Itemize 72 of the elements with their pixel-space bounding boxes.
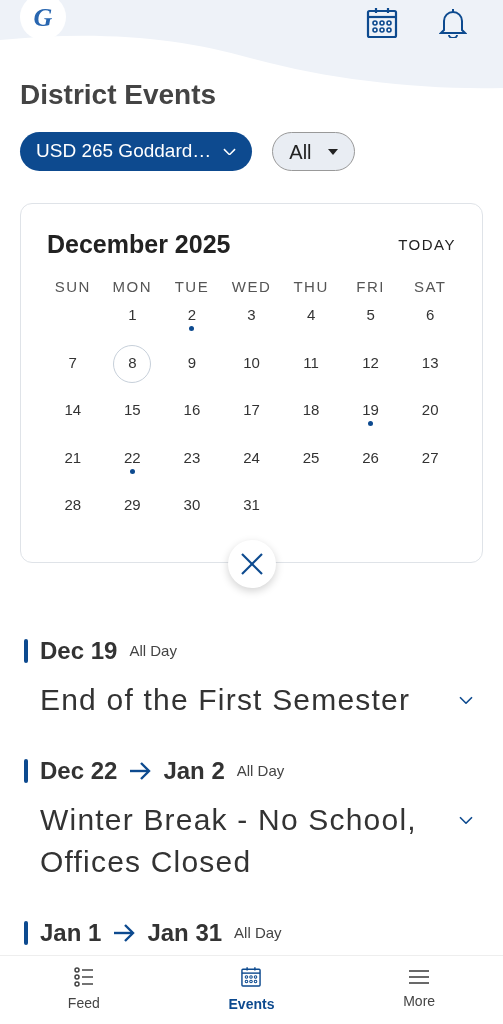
chevron-down-icon <box>459 816 473 825</box>
calendar-day[interactable]: 11 <box>296 351 327 372</box>
calendar-day[interactable]: 19 <box>355 399 386 419</box>
event-time: All Day <box>234 922 282 943</box>
calendar-day[interactable]: 16 <box>176 399 207 419</box>
calendar-icon[interactable] <box>240 965 263 988</box>
district-dropdown[interactable]: USD 265 Goddard… <box>20 132 253 171</box>
calendar-day[interactable]: 10 <box>236 351 267 372</box>
category-dropdown[interactable]: All <box>272 132 355 171</box>
calendar-day[interactable]: 18 <box>296 399 327 419</box>
date-marker <box>24 639 28 663</box>
calendar-day[interactable]: 24 <box>236 446 267 467</box>
calendar-day[interactable]: 20 <box>415 399 446 419</box>
chevron-down-icon <box>459 696 473 705</box>
today-button[interactable]: TODAY <box>398 233 456 256</box>
calendar-day[interactable]: 5 <box>355 304 386 324</box>
calendar-icon[interactable] <box>365 6 399 40</box>
calendar-day[interactable]: 1 <box>117 304 148 324</box>
date-marker <box>24 921 28 945</box>
weekday-label: SAT <box>412 276 448 297</box>
calendar-day[interactable]: 4 <box>296 304 327 324</box>
event-start-date: Jan 1 <box>40 918 102 948</box>
chevron-down-icon <box>223 147 237 156</box>
bell-icon[interactable] <box>439 8 467 38</box>
calendar-day[interactable]: 7 <box>57 351 88 372</box>
weekday-label: FRI <box>355 276 386 297</box>
close-icon <box>240 553 263 575</box>
event-start-date: Dec 19 <box>40 636 118 666</box>
calendar-day[interactable]: 15 <box>117 399 148 419</box>
calendar-day[interactable]: 14 <box>57 399 88 419</box>
page-title: District Events <box>19 78 218 112</box>
calendar-day[interactable]: 17 <box>236 399 267 419</box>
arrow-right-icon <box>113 924 136 942</box>
nav-tab[interactable]: Feed <box>0 956 168 1024</box>
arrow-right-icon <box>129 762 152 780</box>
calendar-day[interactable]: 28 <box>57 494 88 514</box>
month-title: December 2025 <box>47 229 231 260</box>
weekday-label: SUN <box>53 276 92 297</box>
calendar-day[interactable]: 9 <box>176 351 207 372</box>
weekday-label: THU <box>292 276 330 297</box>
weekday-label: TUE <box>173 276 211 297</box>
caret-icon <box>327 148 338 155</box>
event-start-date: Dec 22 <box>40 756 118 786</box>
calendar-day[interactable]: 6 <box>415 304 446 324</box>
event-time: All Day <box>129 640 177 661</box>
nav-tab[interactable]: Events <box>167 956 336 1024</box>
event-end-date: Jan 31 <box>147 918 223 948</box>
calendar-day[interactable]: 29 <box>117 494 148 514</box>
date-marker <box>24 759 28 783</box>
calendar-day[interactable]: 31 <box>236 494 267 514</box>
calendar-day[interactable]: 12 <box>355 351 386 372</box>
calendar-day[interactable]: 21 <box>57 446 88 467</box>
list-icon[interactable] <box>73 966 94 987</box>
calendar-day[interactable]: 30 <box>176 494 207 514</box>
event-time: All Day <box>236 760 285 781</box>
calendar-day[interactable]: 26 <box>355 446 386 467</box>
nav-tab[interactable]: More <box>335 956 503 1024</box>
event-title[interactable]: End of the First Semester <box>24 679 479 721</box>
logo[interactable]: G <box>20 0 66 40</box>
close-button[interactable] <box>227 540 276 588</box>
calendar-day[interactable]: 3 <box>236 304 267 324</box>
calendar-day[interactable]: 2 <box>176 304 207 324</box>
calendar-day[interactable]: 23 <box>176 446 207 467</box>
calendar-day[interactable]: 22 <box>117 446 148 467</box>
calendar-day[interactable]: 25 <box>296 446 327 467</box>
calendar-day[interactable]: 13 <box>415 351 446 372</box>
event-title[interactable]: Winter Break - No School, Offices Closed <box>24 799 479 883</box>
menu-icon[interactable] <box>409 968 430 985</box>
calendar-day[interactable]: 27 <box>415 446 446 467</box>
weekday-label: WED <box>230 276 273 297</box>
weekday-label: MON <box>111 276 154 297</box>
event-end-date: Jan 2 <box>163 756 225 786</box>
